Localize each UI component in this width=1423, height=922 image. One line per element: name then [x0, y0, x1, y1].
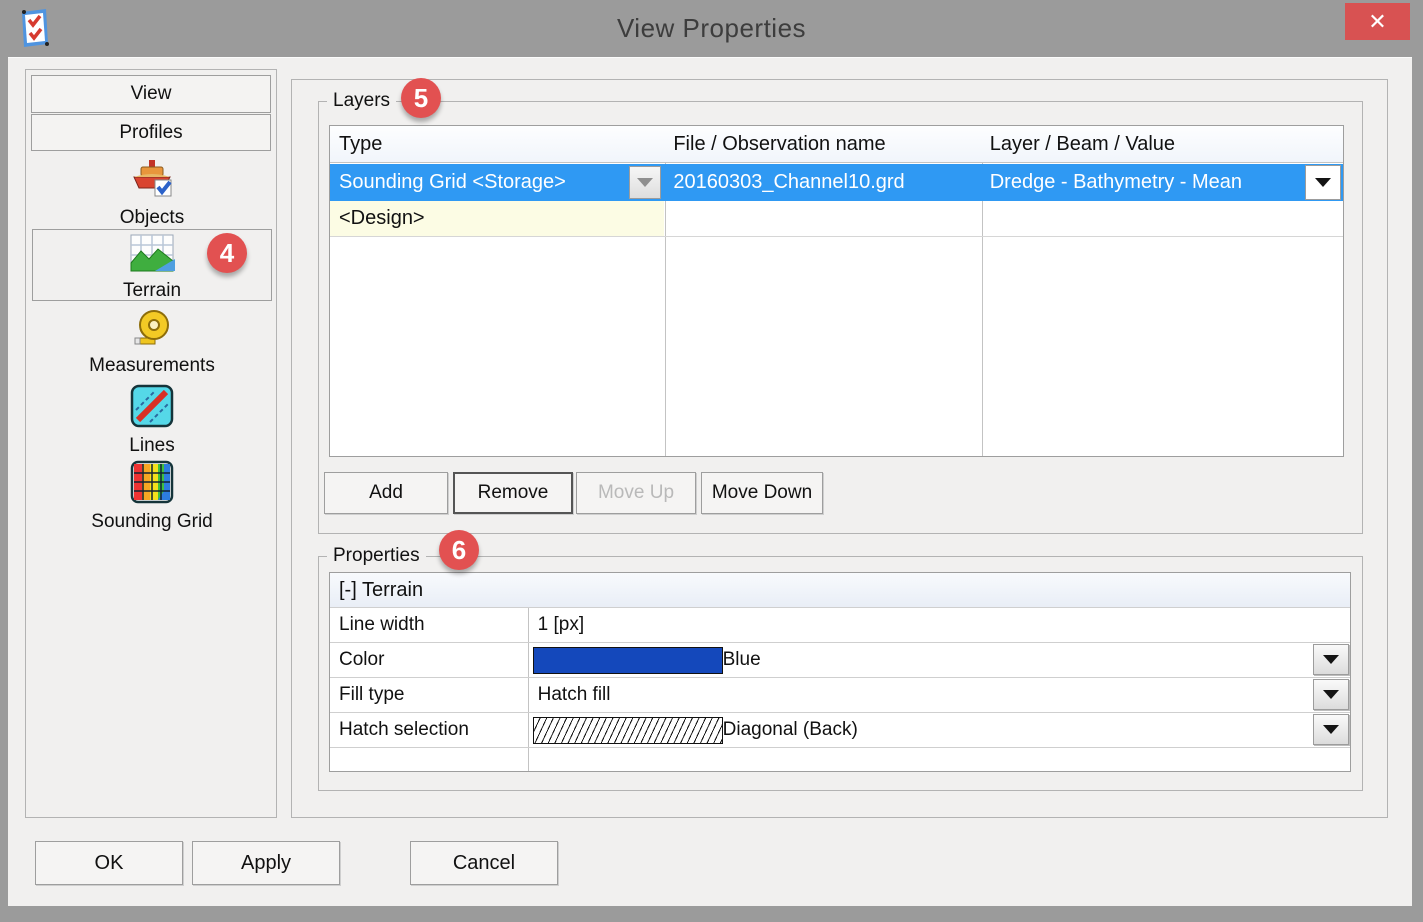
type-cell[interactable]: <Design>	[330, 201, 665, 236]
sidebar-item-lines[interactable]: Lines	[32, 384, 272, 457]
property-label: Fill type	[339, 684, 405, 705]
cancel-button-label: Cancel	[452, 851, 516, 874]
sidebar-item-label: Terrain	[122, 280, 182, 301]
table-row-selected[interactable]: Sounding Grid <Storage> 20160303_Channel…	[330, 164, 1343, 201]
ok-button[interactable]: OK	[35, 841, 183, 885]
properties-groupbox: Properties 6 [-] Terrain Line width 1 [p…	[318, 530, 1363, 791]
add-button-label: Add	[369, 482, 403, 503]
column-header-file: File / Observation name	[673, 132, 886, 155]
window-title: View Properties	[616, 13, 807, 43]
sidebar-item-measurements[interactable]: Measurements	[32, 308, 272, 377]
properties-table: [-] Terrain Line width 1 [px] Color Blue	[329, 572, 1351, 772]
move-down-button[interactable]: Move Down	[701, 472, 823, 514]
chevron-down-icon	[1315, 178, 1331, 187]
dialog-content: View Profiles Objects 4 Terrain Measurem…	[8, 57, 1412, 906]
type-cell-text: Sounding Grid <Storage>	[339, 171, 566, 193]
property-group-header[interactable]: [-] Terrain	[330, 573, 1350, 608]
chevron-down-icon	[637, 178, 654, 187]
add-button[interactable]: Add	[324, 472, 448, 514]
property-value[interactable]: Hatch fill	[528, 678, 1350, 712]
annotation-badge-4: 4	[207, 233, 247, 273]
remove-button[interactable]: Remove	[453, 472, 573, 514]
property-label: Hatch selection	[339, 719, 469, 740]
sidebar-button-view[interactable]: View	[31, 75, 271, 113]
sidebar-item-terrain[interactable]: 4 Terrain	[32, 229, 272, 301]
sidebar: View Profiles Objects 4 Terrain Measurem…	[25, 69, 277, 818]
layer-cell[interactable]: Dredge - Bathymetry - Mean	[981, 164, 1343, 201]
file-cell[interactable]: 20160303_Channel10.grd	[664, 164, 980, 201]
chevron-down-icon	[1323, 655, 1339, 664]
fill-type-value-text: Hatch fill	[537, 684, 611, 705]
view-button-label: View	[130, 83, 172, 104]
property-row-fill-type[interactable]: Fill type Hatch fill	[330, 678, 1350, 713]
close-icon: ✕	[1368, 8, 1387, 34]
sidebar-button-profiles[interactable]: Profiles	[31, 114, 271, 151]
apply-button[interactable]: Apply	[192, 841, 340, 885]
cancel-button[interactable]: Cancel	[410, 841, 558, 885]
property-value[interactable]: Blue	[528, 643, 1350, 677]
remove-button-label: Remove	[477, 482, 549, 503]
property-row-color[interactable]: Color Blue	[330, 643, 1350, 678]
layers-table-header: Type File / Observation name Layer / Bea…	[330, 126, 1343, 163]
apply-button-label: Apply	[240, 851, 292, 874]
chevron-down-icon	[1323, 725, 1339, 734]
title-bar: View Properties ✕	[0, 0, 1423, 57]
property-row-line-width[interactable]: Line width 1 [px]	[330, 608, 1350, 643]
ok-button-label: OK	[94, 851, 124, 874]
layer-cell-text: Dredge - Bathymetry - Mean	[989, 171, 1243, 193]
move-up-button-label: Move Up	[597, 482, 675, 503]
layer-cell[interactable]	[981, 201, 1343, 236]
property-label: Line width	[339, 614, 425, 635]
profiles-button-label: Profiles	[119, 121, 183, 143]
column-header-type: Type	[339, 132, 383, 155]
properties-group-label: Properties	[327, 545, 426, 567]
move-down-button-label: Move Down	[711, 482, 813, 503]
sidebar-item-label: Objects	[119, 207, 185, 228]
move-up-button[interactable]: Move Up	[576, 472, 696, 514]
property-value[interactable]: 1 [px]	[528, 608, 1350, 642]
chevron-down-icon	[1323, 690, 1339, 699]
tape-measure-icon	[32, 308, 272, 353]
property-value[interactable]: Diagonal (Back)	[528, 713, 1350, 747]
hatch-value-text: Diagonal (Back)	[722, 719, 858, 740]
annotation-badge-6: 6	[439, 530, 479, 570]
file-cell[interactable]	[664, 201, 980, 236]
sidebar-item-label: Sounding Grid	[91, 511, 213, 532]
sidebar-item-label: Lines	[129, 435, 175, 456]
table-row[interactable]: <Design>	[330, 201, 1343, 237]
property-row-hatch-selection[interactable]: Hatch selection Diagonal (Back)	[330, 713, 1350, 748]
lines-icon	[32, 384, 272, 433]
layers-group-label: Layers	[327, 90, 397, 112]
type-dropdown-button[interactable]	[629, 166, 662, 199]
hatch-pattern-swatch	[532, 716, 723, 744]
fill-type-dropdown-button[interactable]	[1313, 679, 1349, 710]
column-header-layer: Layer / Beam / Value	[989, 132, 1176, 155]
sidebar-item-objects[interactable]: Objects	[32, 156, 272, 229]
sidebar-item-label: Measurements	[89, 355, 215, 376]
view-properties-dialog: View Properties ✕ View Profiles Objects …	[0, 0, 1423, 922]
property-group-header-label: [-] Terrain	[339, 578, 424, 601]
close-button[interactable]: ✕	[1345, 3, 1410, 40]
sidebar-item-sounding-grid[interactable]: Sounding Grid	[32, 460, 272, 533]
sounding-grid-icon	[32, 460, 272, 509]
annotation-badge-5: 5	[401, 78, 441, 118]
color-value-text: Blue	[722, 649, 761, 670]
boat-icon	[32, 156, 272, 205]
type-cell[interactable]: Sounding Grid <Storage>	[330, 164, 664, 201]
layer-dropdown-button[interactable]	[1305, 165, 1341, 200]
hatch-dropdown-button[interactable]	[1313, 714, 1349, 745]
layers-table: Type File / Observation name Layer / Bea…	[329, 125, 1344, 457]
layers-groupbox: Layers 5 Type File / Observation name La…	[318, 78, 1363, 534]
color-swatch	[532, 646, 723, 674]
property-label: Color	[339, 649, 385, 670]
color-dropdown-button[interactable]	[1313, 644, 1349, 675]
